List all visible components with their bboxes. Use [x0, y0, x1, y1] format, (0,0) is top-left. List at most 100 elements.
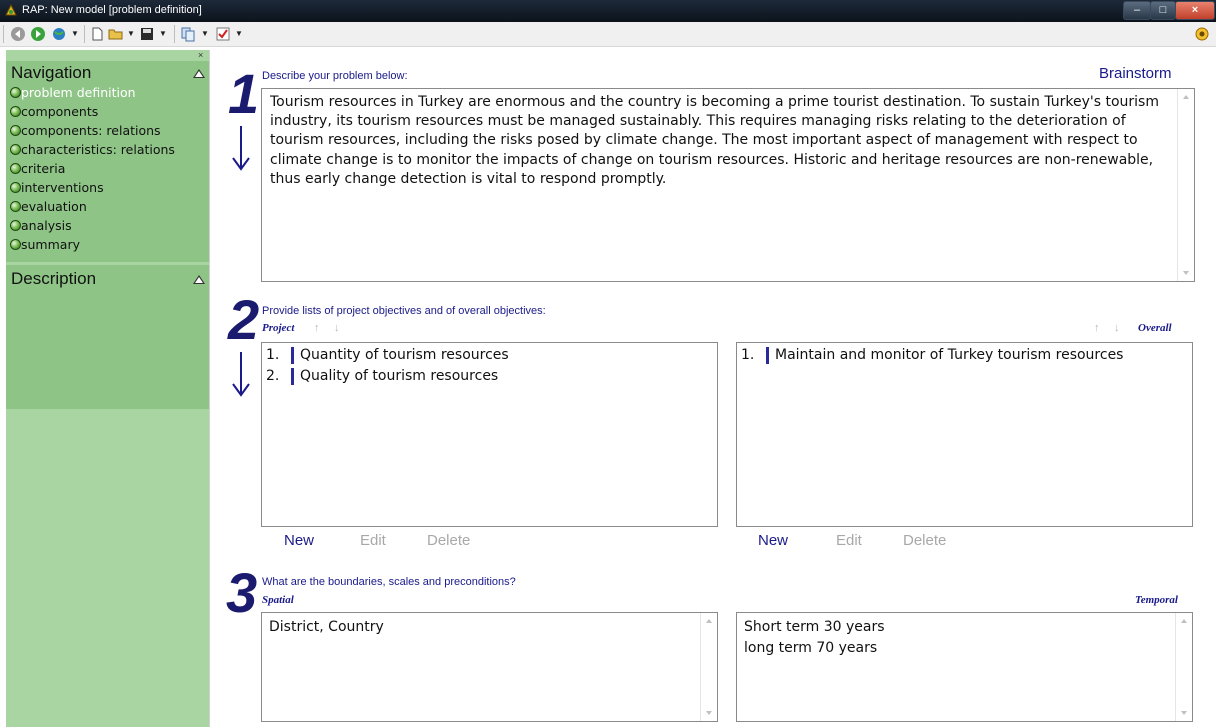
save-icon[interactable] — [140, 26, 154, 42]
list-item-number: 1. — [266, 347, 280, 363]
back-icon[interactable] — [10, 26, 26, 42]
spatial-text: District, Country — [269, 619, 384, 635]
step-2-number: 2 — [228, 288, 260, 351]
nav-item-components-relations[interactable]: components: relations — [6, 121, 209, 140]
nav-item-label: components: relations — [21, 123, 161, 138]
nav-item-label: evaluation — [21, 199, 87, 214]
overall-edit-button[interactable]: Edit — [836, 532, 862, 549]
new-document-icon[interactable] — [90, 26, 104, 42]
overall-move-down-icon[interactable]: ↓ — [1114, 322, 1120, 334]
overall-new-button[interactable]: New — [758, 532, 788, 549]
project-delete-button[interactable]: Delete — [427, 532, 470, 549]
forward-icon[interactable] — [30, 26, 46, 42]
globe-icon[interactable] — [52, 26, 66, 42]
step-2-instruction: Provide lists of project objectives and … — [262, 305, 546, 317]
globe-dropdown-icon[interactable]: ▼ — [70, 26, 80, 42]
list-item-text: Quality of tourism resources — [300, 368, 499, 384]
open-folder-icon[interactable] — [108, 26, 124, 42]
toolbar-separator — [174, 25, 175, 43]
nav-item-summary[interactable]: summary — [6, 235, 209, 254]
nav-item-components[interactable]: components — [6, 102, 209, 121]
close-button[interactable]: × — [1175, 1, 1215, 20]
copy-dropdown-icon[interactable]: ▼ — [200, 26, 210, 42]
toolbar: ▼ ▼ ▼ ▼ ▼ — [0, 22, 1216, 47]
problem-description-textarea[interactable]: Tourism resources in Turkey are enormous… — [261, 88, 1195, 282]
nav-item-criteria[interactable]: criteria — [6, 159, 209, 178]
save-dropdown-icon[interactable]: ▼ — [158, 26, 168, 42]
nav-bullet-icon — [10, 182, 21, 193]
collapse-navigation-icon[interactable] — [193, 69, 205, 78]
arrow-down-icon — [232, 126, 250, 171]
overall-objectives-list[interactable]: 1. Maintain and monitor of Turkey touris… — [736, 342, 1193, 527]
nav-item-label: interventions — [21, 180, 104, 195]
spatial-textarea[interactable]: District, Country — [261, 612, 718, 722]
list-item-text: Quantity of tourism resources — [300, 347, 509, 363]
nav-item-label: components — [21, 104, 99, 119]
panel-close-icon[interactable]: × — [198, 50, 203, 60]
vertical-scrollbar[interactable] — [1177, 89, 1194, 281]
scroll-up-icon[interactable] — [706, 619, 712, 623]
temporal-column-label: Temporal — [1135, 594, 1178, 606]
brainstorm-link[interactable]: Brainstorm — [1099, 65, 1172, 82]
nav-item-label: problem definition — [21, 85, 136, 100]
project-move-up-icon[interactable]: ↑ — [314, 322, 320, 334]
list-item-marker — [291, 347, 294, 364]
nav-item-characteristics-relations[interactable]: characteristics: relations — [6, 140, 209, 159]
scroll-down-icon[interactable] — [1181, 711, 1187, 715]
nav-item-label: characteristics: relations — [21, 142, 175, 157]
vertical-scrollbar[interactable] — [1175, 613, 1192, 721]
checklist-icon[interactable] — [216, 26, 230, 42]
list-item-number: 1. — [741, 347, 755, 363]
collapse-description-icon[interactable] — [193, 275, 205, 284]
scroll-down-icon[interactable] — [706, 711, 712, 715]
description-title: Description — [11, 269, 97, 288]
vertical-scrollbar[interactable] — [700, 613, 717, 721]
nav-bullet-icon — [10, 125, 21, 136]
toolbar-separator — [84, 25, 85, 43]
overall-column-label: Overall — [1138, 322, 1172, 334]
project-edit-button[interactable]: Edit — [360, 532, 386, 549]
title-bar: RAP: New model [problem definition] – □ … — [0, 0, 1216, 22]
project-move-down-icon[interactable]: ↓ — [334, 322, 340, 334]
nav-item-analysis[interactable]: analysis — [6, 216, 209, 235]
description-panel: Description — [6, 265, 209, 409]
arrow-down-icon — [232, 352, 250, 397]
temporal-textarea[interactable]: Short term 30 years long term 70 years — [736, 612, 1193, 722]
step-1-number: 1 — [228, 62, 260, 125]
scroll-up-icon[interactable] — [1183, 95, 1189, 99]
app-icon — [5, 3, 17, 16]
scroll-up-icon[interactable] — [1181, 619, 1187, 623]
nav-bullet-icon — [10, 163, 21, 174]
step-1-instruction: Describe your problem below: — [262, 70, 408, 82]
help-icon[interactable] — [1194, 26, 1210, 42]
project-new-button[interactable]: New — [284, 532, 314, 549]
minimize-button[interactable]: – — [1123, 1, 1151, 20]
nav-bullet-icon — [10, 144, 21, 155]
nav-item-problem-definition[interactable]: problem definition — [6, 83, 209, 102]
problem-description-text: Tourism resources in Turkey are enormous… — [270, 94, 1159, 187]
nav-item-interventions[interactable]: interventions — [6, 178, 209, 197]
nav-item-label: analysis — [21, 218, 72, 233]
project-column-label: Project — [262, 322, 295, 334]
overall-move-up-icon[interactable]: ↑ — [1094, 322, 1100, 334]
temporal-text: Short term 30 years long term 70 years — [744, 619, 885, 656]
nav-item-label: summary — [21, 237, 80, 252]
step-3-number: 3 — [226, 561, 258, 624]
checklist-dropdown-icon[interactable]: ▼ — [234, 26, 244, 42]
list-item-number: 2. — [266, 368, 280, 384]
copy-icon[interactable] — [180, 26, 196, 42]
project-objectives-list[interactable]: 1. Quantity of tourism resources 2. Qual… — [261, 342, 718, 527]
nav-item-evaluation[interactable]: evaluation — [6, 197, 209, 216]
overall-delete-button[interactable]: Delete — [903, 532, 946, 549]
scroll-down-icon[interactable] — [1183, 271, 1189, 275]
nav-item-label: criteria — [21, 161, 66, 176]
window-title: RAP: New model [problem definition] — [22, 4, 202, 16]
navigation-panel: Navigation problem definition components… — [6, 61, 209, 262]
nav-bullet-icon — [10, 106, 21, 117]
maximize-button[interactable]: □ — [1150, 1, 1176, 20]
navigation-title: Navigation — [11, 63, 92, 82]
list-item-marker — [766, 347, 769, 364]
open-dropdown-icon[interactable]: ▼ — [126, 26, 136, 42]
list-item-marker — [291, 368, 294, 385]
nav-bullet-icon — [10, 87, 21, 98]
